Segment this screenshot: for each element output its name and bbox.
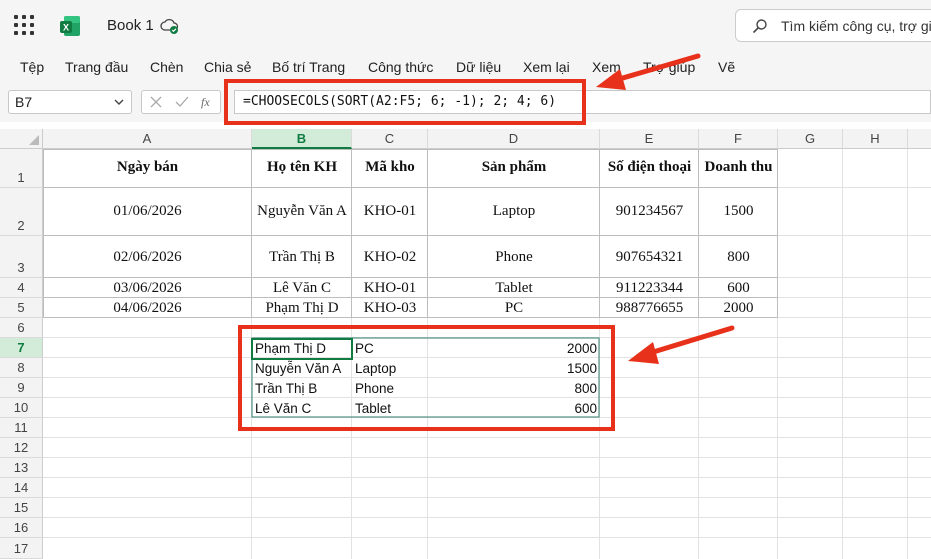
tab-formulas[interactable]: Công thức [368, 59, 433, 75]
row-header[interactable]: 16 [0, 518, 43, 538]
row-header[interactable]: 5 [0, 298, 43, 318]
formula-tools: fx [141, 90, 221, 114]
chevron-down-icon[interactable] [113, 96, 125, 108]
name-box[interactable]: B7 [8, 90, 132, 114]
column-header-b[interactable]: B [252, 129, 352, 149]
column-header-e[interactable]: E [600, 129, 699, 149]
row-header[interactable]: 12 [0, 438, 43, 458]
tab-review[interactable]: Xem lại [523, 59, 570, 75]
row-header[interactable]: 13 [0, 458, 43, 478]
table-cell[interactable]: KHO-03 [352, 300, 428, 317]
arrow-to-result-icon [628, 325, 735, 364]
table-cell[interactable]: Phone [428, 249, 600, 266]
table-cell[interactable]: 901234567 [600, 203, 699, 220]
header-cell[interactable]: Mã kho [352, 159, 428, 176]
table-cell[interactable]: Tablet [428, 280, 600, 297]
table-cell[interactable]: 01/06/2026 [43, 203, 252, 220]
table-cell[interactable]: KHO-02 [352, 249, 428, 266]
cancel-icon[interactable] [150, 96, 162, 108]
tab-file[interactable]: Tệp [20, 59, 44, 75]
row-header[interactable]: 14 [0, 478, 43, 498]
table-cell[interactable]: 1500 [699, 203, 778, 220]
table-cell[interactable]: Trần Thị B [252, 249, 352, 266]
confirm-icon[interactable] [175, 96, 189, 108]
column-header-g[interactable]: G [778, 129, 843, 149]
table-cell[interactable]: 911223344 [600, 280, 699, 297]
column-header-partial[interactable] [908, 129, 931, 149]
tab-share[interactable]: Chia sẻ [204, 59, 251, 75]
table-cell[interactable]: Nguyễn Văn A [252, 203, 352, 220]
search-icon [752, 19, 767, 34]
select-all-corner[interactable] [0, 129, 43, 149]
tab-draw[interactable]: Vẽ [718, 59, 735, 75]
header-cell[interactable]: Ngày bán [43, 159, 252, 176]
title-bar: X Book 1 Tìm kiếm công cụ, trợ giú [0, 0, 931, 52]
row-header[interactable]: 17 [0, 538, 43, 559]
row-header[interactable]: 3 [0, 236, 43, 278]
search-placeholder: Tìm kiếm công cụ, trợ giú [781, 18, 931, 34]
row-header[interactable]: 7 [0, 338, 43, 358]
table-cell[interactable]: 800 [699, 249, 778, 266]
table-cell[interactable]: Laptop [428, 203, 600, 220]
excel-logo-icon: X [60, 16, 80, 36]
app-launcher-icon[interactable] [14, 15, 36, 37]
row-header[interactable]: 11 [0, 418, 43, 438]
table-cell[interactable]: KHO-01 [352, 280, 428, 297]
insert-function-icon[interactable]: fx [200, 94, 218, 110]
table-cell[interactable]: 02/06/2026 [43, 249, 252, 266]
search-box[interactable]: Tìm kiếm công cụ, trợ giú [735, 9, 931, 42]
tab-home[interactable]: Trang đầu [65, 59, 128, 75]
tab-insert[interactable]: Chèn [150, 59, 183, 75]
tab-data[interactable]: Dữ liệu [456, 59, 501, 75]
header-cell[interactable]: Họ tên KH [252, 159, 352, 176]
cloud-saved-icon[interactable] [160, 16, 180, 36]
row-header[interactable]: 4 [0, 278, 43, 298]
select-all-icon [29, 135, 39, 145]
row-header[interactable]: 1 [0, 149, 43, 188]
arrow-to-formula-icon [596, 53, 701, 90]
column-header-c[interactable]: C [352, 129, 428, 149]
tab-page-layout[interactable]: Bố trí Trang [272, 59, 345, 75]
table-cell[interactable]: 907654321 [600, 249, 699, 266]
row-header[interactable]: 10 [0, 398, 43, 418]
header-cell[interactable]: Số điện thoại [600, 159, 699, 176]
svg-text:X: X [63, 23, 69, 33]
table-cell[interactable]: 2000 [699, 300, 778, 317]
formula-highlight-box [224, 79, 586, 125]
row-header[interactable]: 6 [0, 318, 43, 338]
row-header[interactable]: 15 [0, 498, 43, 518]
column-header-d[interactable]: D [428, 129, 600, 149]
header-cell[interactable]: Sản phẩm [428, 159, 600, 176]
table-cell[interactable]: Lê Văn C [252, 280, 352, 297]
table-cell[interactable]: PC [428, 300, 600, 317]
row-header[interactable]: 8 [0, 358, 43, 378]
workbook-title[interactable]: Book 1 [107, 17, 154, 34]
table-cell[interactable]: KHO-01 [352, 203, 428, 220]
row-header[interactable]: 2 [0, 188, 43, 236]
table-cell[interactable]: 04/06/2026 [43, 300, 252, 317]
name-box-value: B7 [15, 94, 33, 110]
header-cell[interactable]: Doanh thu [699, 159, 778, 176]
column-header-f[interactable]: F [699, 129, 778, 149]
table-cell[interactable]: 988776655 [600, 300, 699, 317]
table-cell[interactable]: 600 [699, 280, 778, 297]
table-cell[interactable]: 03/06/2026 [43, 280, 252, 297]
column-header-h[interactable]: H [843, 129, 908, 149]
row-header[interactable]: 9 [0, 378, 43, 398]
table-cell[interactable]: Phạm Thị D [252, 300, 352, 317]
result-highlight-box [238, 325, 615, 431]
svg-text:fx: fx [201, 95, 210, 109]
column-header-a[interactable]: A [43, 129, 252, 149]
